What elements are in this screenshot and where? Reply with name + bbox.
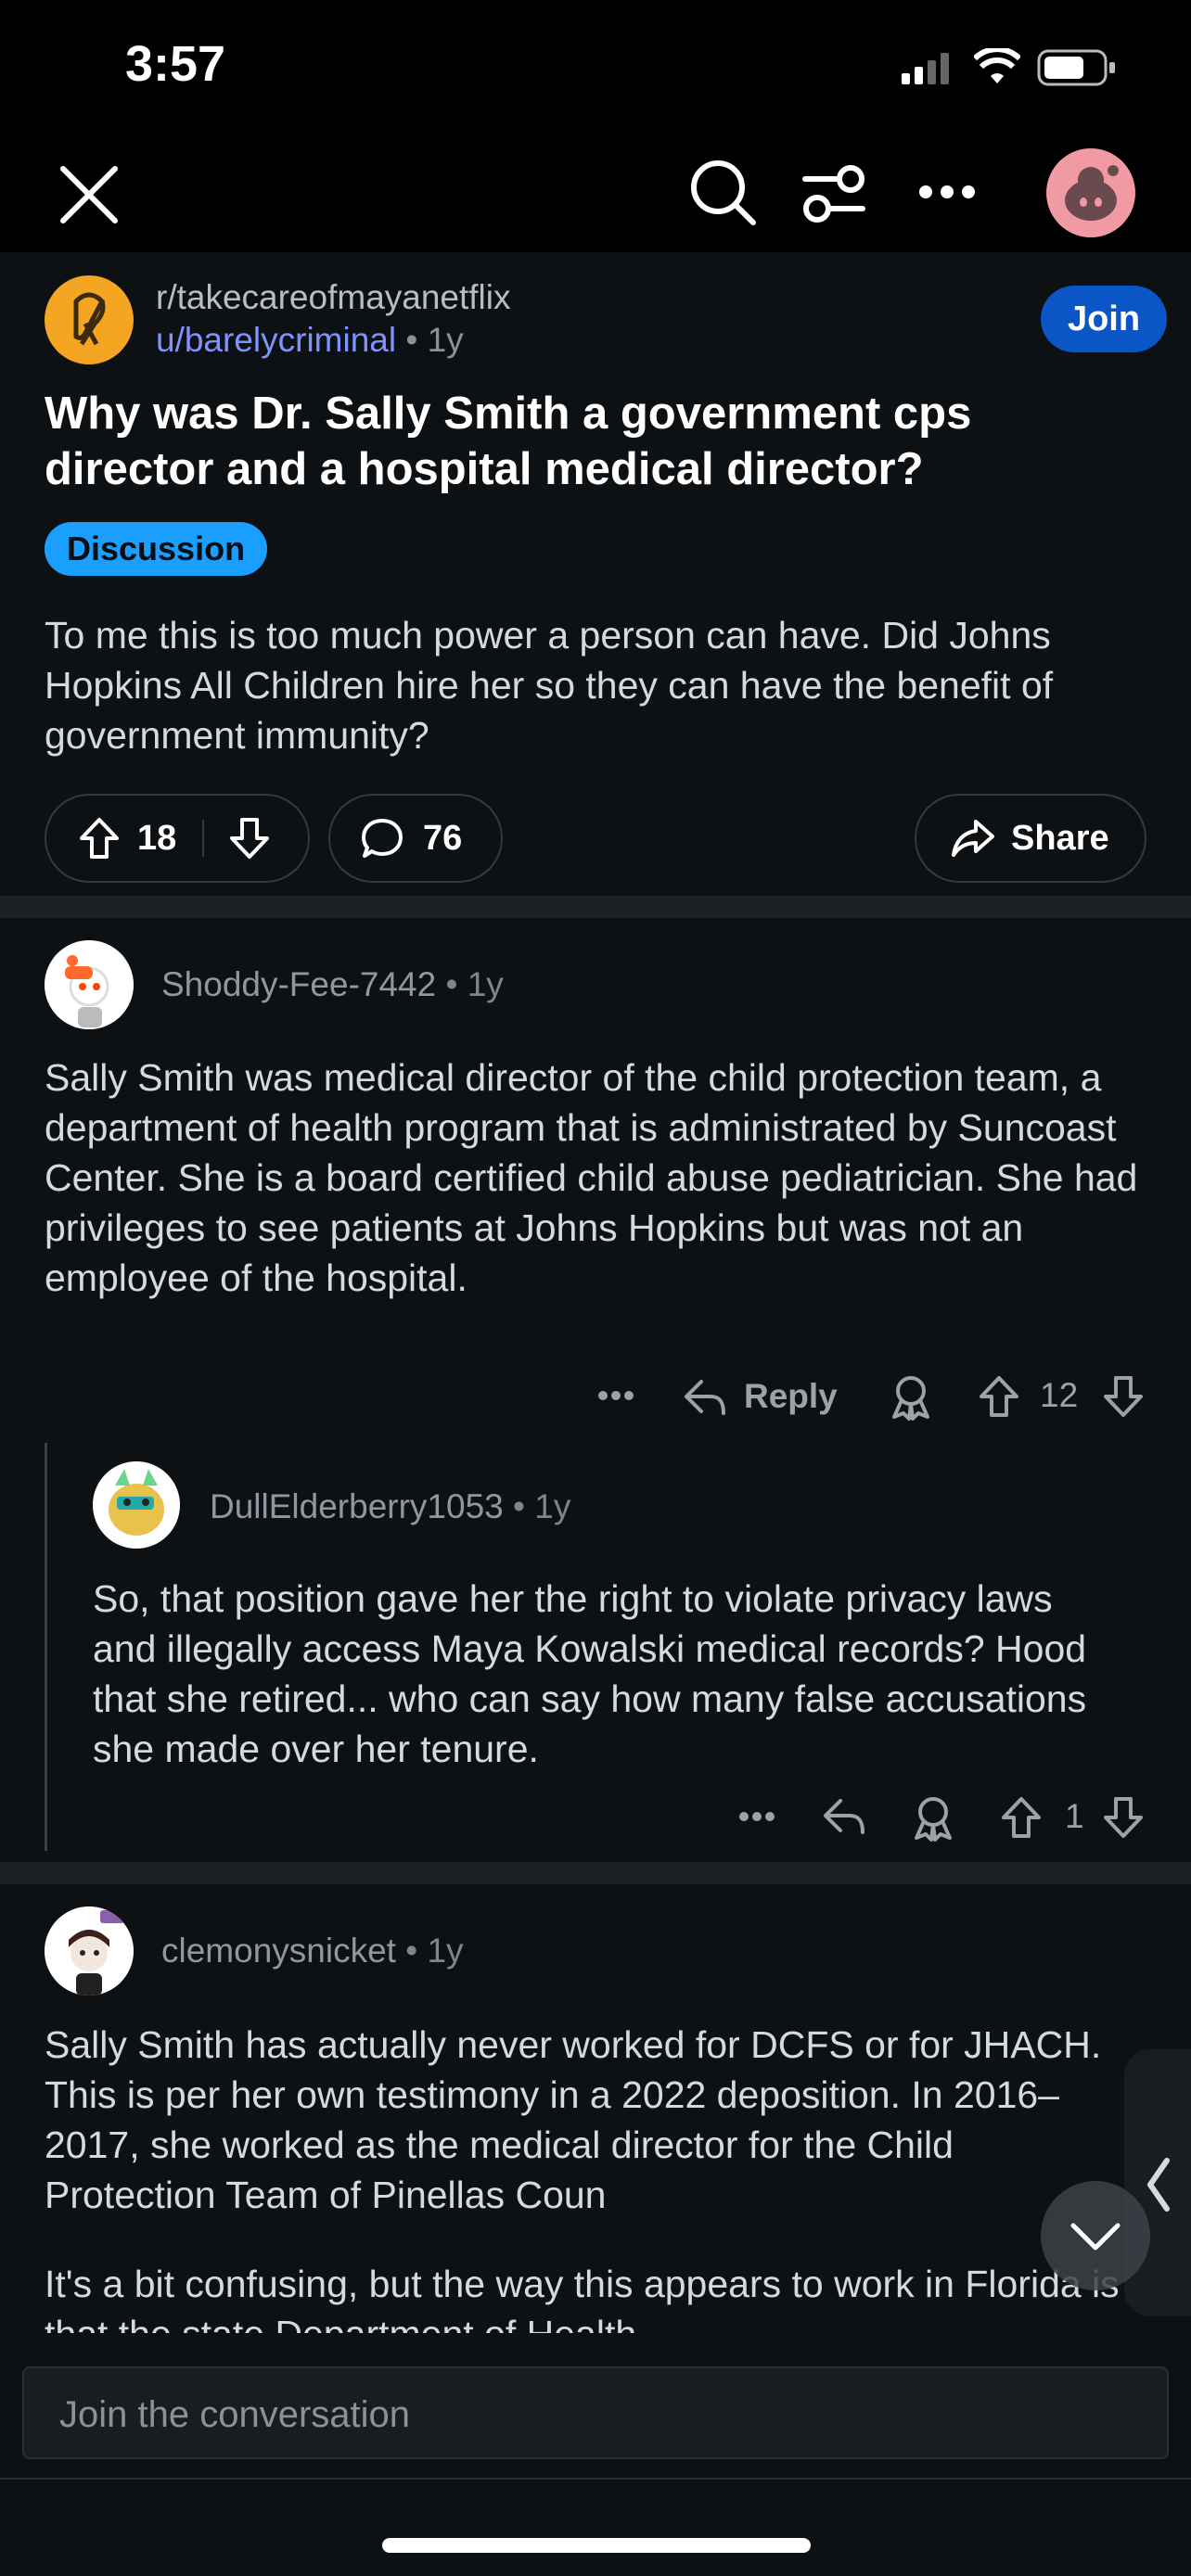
comment-username[interactable]: clemonysnicket <box>161 1932 396 1970</box>
side-drawer-tab[interactable] <box>1124 2049 1191 2316</box>
thread-line <box>45 1443 47 1851</box>
post-flair[interactable]: Discussion <box>45 522 268 576</box>
post-vote-count: 18 <box>137 818 177 858</box>
comment-icon <box>360 817 404 860</box>
share-button[interactable]: Share <box>915 794 1146 883</box>
signal-icon <box>902 51 957 84</box>
more-icon[interactable] <box>597 1389 634 1402</box>
comment-age: 1y <box>534 1487 571 1525</box>
comment-text: So, that position gave her the right to … <box>93 1577 1087 1770</box>
award-icon[interactable] <box>889 1372 933 1421</box>
comment-avatar[interactable] <box>45 1906 134 1996</box>
comment-username[interactable]: DullElderberry1053 <box>210 1487 504 1525</box>
comment-text-continued: It's a bit confusing, but the way this a… <box>45 2263 1120 2333</box>
post-body: To me this is too much power a person ca… <box>45 614 1054 757</box>
scroll-down-button[interactable] <box>1041 2181 1150 2290</box>
profile-avatar[interactable] <box>1046 148 1135 237</box>
upvote-icon[interactable] <box>978 1374 1020 1419</box>
comment-username[interactable]: Shoddy-Fee-7442 <box>161 965 436 1003</box>
comments-button[interactable]: 76 <box>328 794 503 883</box>
composer-placeholder: Join the conversation <box>59 2394 411 2435</box>
comment-meta: DullElderberry1053 • 1y <box>210 1487 570 1526</box>
chevron-down-icon <box>1069 2222 1121 2251</box>
downvote-icon[interactable] <box>1102 1374 1145 1419</box>
status-time: 3:57 <box>125 36 226 92</box>
reply-icon[interactable] <box>822 1795 866 1836</box>
more-icon[interactable] <box>918 184 976 200</box>
comment-text: Sally Smith was medical director of the … <box>45 1056 1138 1299</box>
comment-text: Sally Smith has actually never worked fo… <box>45 2023 1102 2216</box>
search-icon[interactable] <box>688 158 759 228</box>
upvote-icon[interactable] <box>78 816 121 861</box>
join-button[interactable]: Join <box>1041 286 1167 352</box>
award-icon[interactable] <box>911 1793 955 1842</box>
post-age: 1y <box>427 321 464 359</box>
post-title: Why was Dr. Sally Smith a government cps… <box>45 389 972 494</box>
bottom-divider <box>0 2478 1191 2480</box>
comment-meta: Shoddy-Fee-7442 • 1y <box>161 965 504 1004</box>
share-icon <box>950 818 996 859</box>
reply-icon <box>683 1376 727 1417</box>
downvote-icon[interactable] <box>1102 1795 1145 1840</box>
close-icon[interactable] <box>58 163 121 226</box>
share-label: Share <box>1011 818 1109 858</box>
section-divider <box>0 896 1191 918</box>
meta-dot: • <box>395 1932 428 1970</box>
filter-icon[interactable] <box>801 163 866 224</box>
reply-label: Reply <box>744 1377 838 1415</box>
comment-vote-count: 12 <box>1040 1376 1079 1414</box>
comment-age: 1y <box>467 965 504 1003</box>
comment-text-clip: Sally Smith has actually never worked fo… <box>45 2020 1191 2333</box>
comment-avatar[interactable] <box>93 1461 180 1549</box>
meta-dot: • <box>503 1487 535 1525</box>
more-icon[interactable] <box>738 1810 775 1823</box>
section-divider <box>0 1862 1191 1884</box>
top-bar <box>0 139 1191 252</box>
meta-dot: • <box>396 321 428 359</box>
subreddit-name[interactable]: r/takecareofmayanetflix <box>156 278 511 317</box>
downvote-icon[interactable] <box>228 816 271 861</box>
subreddit-icon[interactable] <box>45 275 134 364</box>
post-author[interactable]: u/barelycriminal <box>156 321 396 359</box>
meta-dot: • <box>436 965 467 1003</box>
reply-button[interactable]: Reply <box>683 1371 838 1422</box>
upvote-icon[interactable] <box>1000 1795 1043 1840</box>
comment-avatar[interactable] <box>45 940 134 1029</box>
comment-age: 1y <box>427 1932 464 1970</box>
comment-count: 76 <box>423 818 463 858</box>
battery-icon <box>1037 49 1117 86</box>
home-indicator <box>382 2538 811 2553</box>
wifi-icon <box>974 48 1020 85</box>
vote-divider <box>202 820 205 857</box>
comment-meta: clemonysnicket • 1y <box>161 1932 464 1970</box>
comment-vote-count: 1 <box>1065 1797 1084 1835</box>
chevron-left-icon <box>1145 2157 1171 2213</box>
post-vote-bar: 18 <box>45 794 310 883</box>
post-meta: u/barelycriminal • 1y <box>156 321 464 360</box>
